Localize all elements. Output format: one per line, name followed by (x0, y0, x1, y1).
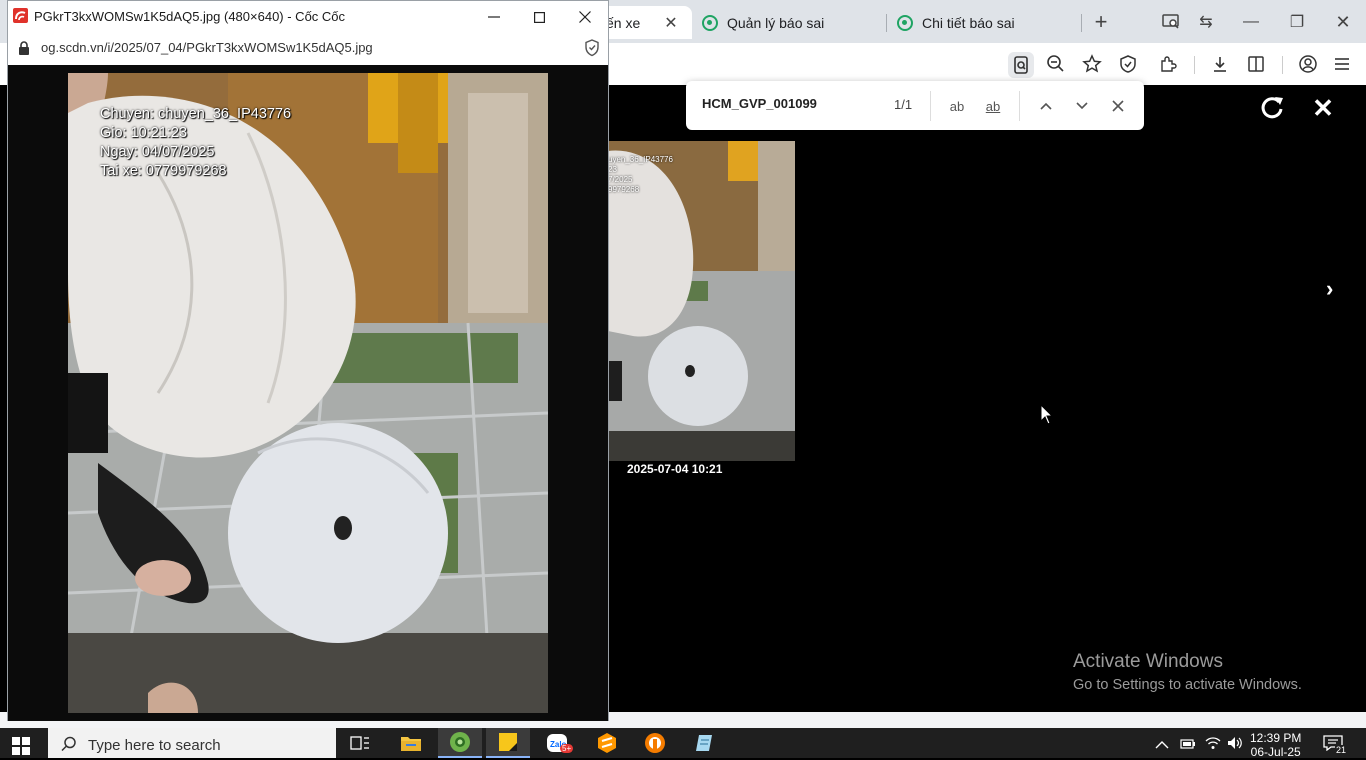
rotate-icon[interactable] (1258, 94, 1286, 122)
toolbar-divider (1194, 56, 1195, 74)
ultraviewer-icon[interactable] (633, 728, 677, 758)
tab-quan-ly-bao-sai[interactable]: Quản lý báo sai (692, 6, 886, 39)
watermark-subtitle: Go to Settings to activate Windows. (1073, 677, 1302, 693)
match-word-button[interactable]: ab (980, 93, 1006, 119)
volume-icon[interactable] (1227, 736, 1243, 755)
shield-icon[interactable] (584, 39, 600, 62)
notification-badge: 5+ (560, 744, 574, 753)
photo-overlay-line-3: Ngay: 04/07/2025 (100, 144, 215, 160)
search-placeholder: Type here to search (88, 737, 221, 754)
find-input[interactable]: HCM_GVP_001099 (702, 96, 817, 111)
coccoc-logo-icon (13, 8, 28, 23)
maximize-icon[interactable] (527, 5, 551, 29)
popup-address-bar[interactable]: og.scdn.vn/i/2025/07_04/PGkrT3kxWOMSw1K5… (8, 32, 608, 65)
new-tab-icon[interactable]: + (1085, 8, 1117, 36)
notification-center-icon[interactable]: 21 (1323, 735, 1348, 756)
delivery-photo[interactable]: Chuyen: chuyen_36_IP43776 Gio: 10:21:23 … (68, 73, 548, 713)
zalo-icon[interactable]: Zalo 5+ (536, 728, 580, 758)
restore-icon[interactable]: ❐ (1281, 8, 1313, 36)
close-viewer-icon[interactable]: ✕ (1309, 94, 1337, 122)
photo-overlay-line-2: Gio: 10:21:23 (100, 125, 188, 141)
thumbnail-overlay-text: uyen_36_IP43776 23 7/2025 9979268 (608, 155, 673, 195)
profile-icon[interactable] (1296, 52, 1320, 76)
taskbar-search-input[interactable]: Type here to search (48, 728, 336, 758)
shield-icon[interactable] (1116, 52, 1140, 76)
back-forward-icon[interactable]: ⇆ (1190, 8, 1222, 36)
popup-title: PGkrT3kxWOMSw1K5dAQ5.jpg (480×640) - Cốc… (34, 9, 346, 24)
lock-icon (18, 41, 30, 60)
find-divider (930, 91, 931, 121)
screen-search-icon[interactable] (1155, 8, 1187, 36)
tab-active[interactable]: ến xe ✕ (596, 6, 692, 39)
thumb-line-3: 7/2025 (608, 175, 633, 184)
image-popup-window: PGkrT3kxWOMSw1K5dAQ5.jpg (480×640) - Cốc… (7, 0, 609, 721)
sticky-notes-icon[interactable] (486, 728, 530, 758)
close-find-icon[interactable] (1105, 93, 1131, 119)
clock-date: 06-Jul-25 (1250, 745, 1301, 759)
wifi-icon[interactable] (1205, 736, 1221, 755)
zoom-out-icon[interactable] (1044, 52, 1068, 76)
match-case-button[interactable]: ab (944, 93, 970, 119)
bookmark-star-icon[interactable] (1080, 52, 1104, 76)
find-divider (1019, 91, 1020, 121)
minimize-icon[interactable] (482, 5, 506, 29)
tab-label: Quản lý báo sai (727, 14, 825, 31)
coccoc-favicon-icon (702, 14, 718, 31)
activate-windows-watermark: Activate Windows Go to Settings to activ… (1073, 651, 1302, 693)
menu-icon[interactable] (1330, 52, 1354, 76)
notepad-icon[interactable] (682, 728, 726, 758)
popup-title-bar: PGkrT3kxWOMSw1K5dAQ5.jpg (480×640) - Cốc… (8, 1, 608, 32)
chevron-down-icon[interactable] (1069, 93, 1095, 119)
windows-taskbar: Type here to search Zalo 5+ 12:39 PM 06-… (0, 728, 1366, 760)
split-view-icon[interactable] (1244, 52, 1268, 76)
windows-start-icon[interactable] (12, 737, 30, 760)
notification-count: 21 (1335, 745, 1348, 755)
mouse-cursor-icon (1040, 403, 1054, 431)
clock-time: 12:39 PM (1250, 731, 1302, 745)
toolbar-divider (1282, 56, 1283, 74)
coccoc-taskbar-icon[interactable] (438, 728, 482, 758)
close-window-icon[interactable] (573, 5, 597, 29)
find-bar: HCM_GVP_001099 1/1 ab ab (686, 81, 1144, 130)
close-window-icon[interactable]: ✕ (1327, 8, 1359, 36)
task-view-icon[interactable] (338, 728, 382, 758)
thumb-line-1: uyen_36_IP43776 (608, 155, 673, 164)
sublime-text-icon[interactable] (585, 728, 629, 758)
popup-url-text: og.scdn.vn/i/2025/07_04/PGkrT3kxWOMSw1K5… (41, 40, 373, 55)
find-in-page-icon[interactable] (1008, 52, 1034, 78)
tab-chi-tiet-bao-sai[interactable]: Chi tiết báo sai (887, 6, 1081, 39)
thumb-line-4: 9979268 (608, 185, 640, 194)
close-tab-icon[interactable]: ✕ (664, 13, 677, 33)
photo-overlay-line-1: Chuyen: chuyen_36_IP43776 (100, 106, 292, 122)
minimize-icon[interactable]: — (1235, 8, 1267, 36)
coccoc-favicon-icon (897, 14, 913, 31)
tab-divider (1081, 14, 1082, 32)
photo-overlay-line-4: Tai xe: 0779979268 (100, 163, 227, 179)
watermark-title: Activate Windows (1073, 651, 1223, 672)
file-explorer-icon[interactable] (389, 728, 433, 758)
taskbar-clock[interactable]: 12:39 PM 06-Jul-25 (1250, 731, 1301, 759)
popup-image-area: Chuyen: chuyen_36_IP43776 Gio: 10:21:23 … (8, 65, 608, 721)
next-image-icon[interactable]: › (1326, 276, 1333, 302)
battery-icon[interactable] (1180, 737, 1196, 755)
tab-label: Chi tiết báo sai (922, 14, 1015, 31)
extensions-icon[interactable] (1156, 52, 1180, 76)
thumb-line-2: 23 (608, 165, 617, 174)
download-icon[interactable] (1208, 52, 1232, 76)
chevron-up-icon[interactable] (1033, 93, 1059, 119)
viewer-image-thumbnail[interactable]: uyen_36_IP43776 23 7/2025 9979268 (608, 141, 795, 461)
tab-label: ến xe (606, 14, 641, 31)
image-timestamp: 2025-07-04 10:21 (627, 462, 723, 476)
tray-expand-icon[interactable] (1155, 737, 1169, 755)
search-icon (61, 736, 77, 757)
find-match-count: 1/1 (894, 97, 913, 112)
